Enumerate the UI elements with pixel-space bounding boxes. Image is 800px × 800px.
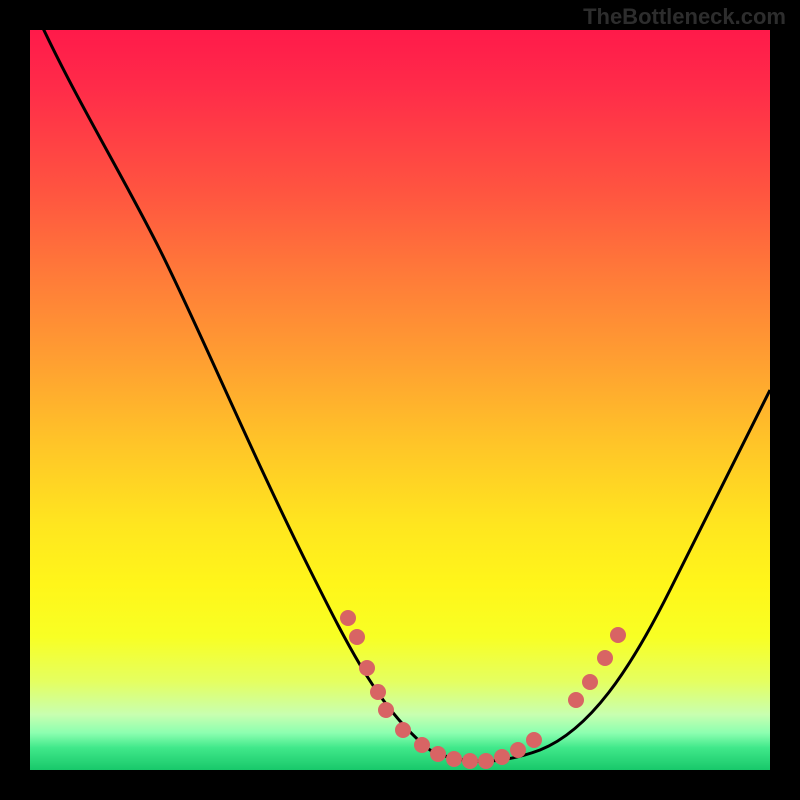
data-point [430,746,446,762]
data-point [378,702,394,718]
data-point [526,732,542,748]
data-point [446,751,462,767]
data-point [610,627,626,643]
watermark-text: TheBottleneck.com [14,4,786,30]
data-point [359,660,375,676]
data-point [349,629,365,645]
chart-area [30,30,770,770]
data-point [597,650,613,666]
data-point [395,722,411,738]
curve-path [30,30,770,761]
data-point-group [340,610,626,769]
data-point [494,749,510,765]
data-point [414,737,430,753]
data-point [340,610,356,626]
data-point [510,742,526,758]
bottleneck-curve [30,30,770,770]
data-point [478,753,494,769]
data-point [370,684,386,700]
data-point [568,692,584,708]
data-point [462,753,478,769]
data-point [582,674,598,690]
